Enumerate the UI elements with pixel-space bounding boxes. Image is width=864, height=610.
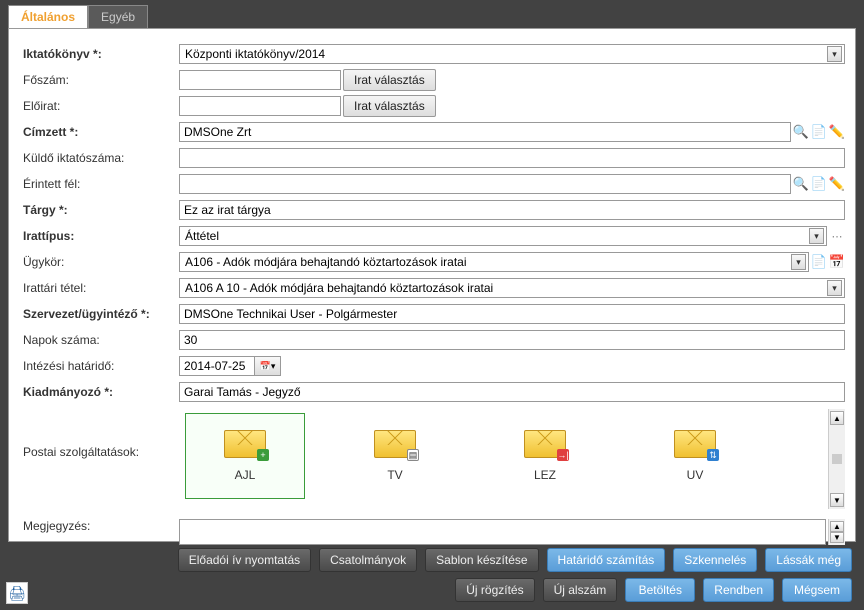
envelope-icon: →| <box>524 430 566 458</box>
button-foszam-irat-valasztas[interactable]: Irat választás <box>343 69 436 91</box>
scroll-up-icon[interactable]: ▲ <box>830 521 844 532</box>
date-picker-intezesi[interactable]: 📅▾ <box>179 356 281 376</box>
button-megsem[interactable]: Mégsem <box>782 578 852 602</box>
input-erintett[interactable] <box>179 174 791 194</box>
postal-item-ajl[interactable]: + AJL <box>185 413 305 499</box>
select-iktatokonyv[interactable]: Központi iktatókönyv/2014 ▾ <box>179 44 845 64</box>
postal-item-lez[interactable]: →| LEZ <box>485 413 605 499</box>
footer-toolbar: Előadói ív nyomtatás Csatolmányok Sablon… <box>0 542 864 610</box>
button-csatolmanyok[interactable]: Csatolmányok <box>319 548 417 572</box>
button-lassak[interactable]: Lássák még <box>765 548 852 572</box>
envelope-icon: ⇅ <box>674 430 716 458</box>
input-kuldo[interactable] <box>179 148 845 168</box>
postal-label: UV <box>687 468 704 482</box>
input-foszam[interactable] <box>179 70 341 90</box>
label-intezesi: Intézési határidő: <box>19 359 179 373</box>
button-uj-rogzites[interactable]: Új rögzítés <box>455 578 534 602</box>
input-cimzett[interactable] <box>179 122 791 142</box>
chevron-down-icon[interactable]: ▾ <box>827 46 842 62</box>
button-szkenneles[interactable]: Szkennelés <box>673 548 757 572</box>
label-targy: Tárgy *: <box>19 203 179 217</box>
input-kiadmanyozo[interactable] <box>179 382 845 402</box>
envelope-icon: ▤ <box>374 430 416 458</box>
postal-item-uv[interactable]: ⇅ UV <box>635 413 755 499</box>
postal-services-list: + AJL ▤ TV →| LEZ ⇅ UV <box>179 409 828 503</box>
input-szervezet[interactable] <box>179 304 845 324</box>
button-eloirat-irat-valasztas[interactable]: Irat választás <box>343 95 436 117</box>
scroll-thumb[interactable] <box>832 454 842 464</box>
scrollbar-vertical[interactable]: ▲ ▼ <box>828 409 845 509</box>
label-irattipus: Irattípus: <box>19 229 179 243</box>
tab-bar: Általános Egyéb <box>0 0 864 28</box>
label-postai: Postai szolgáltatások: <box>19 409 179 459</box>
chevron-down-icon[interactable]: ▾ <box>791 254 806 270</box>
label-eloirat: Előirat: <box>19 99 179 113</box>
select-ugykor-value: A106 - Adók módjára behajtandó köztartoz… <box>185 255 467 269</box>
label-iktatokonyv: Iktatókönyv *: <box>19 47 179 61</box>
postal-label: LEZ <box>534 468 556 482</box>
page-icon[interactable] <box>811 254 827 270</box>
button-uj-alszam[interactable]: Új alszám <box>543 578 618 602</box>
envelope-icon: + <box>224 430 266 458</box>
input-eloirat[interactable] <box>179 96 341 116</box>
postal-item-tv[interactable]: ▤ TV <box>335 413 455 499</box>
input-intezesi[interactable] <box>180 357 254 375</box>
scroll-down-icon[interactable]: ▼ <box>830 493 844 507</box>
select-irattari-value: A106 A 10 - Adók módjára behajtandó közt… <box>185 281 493 295</box>
input-targy[interactable] <box>179 200 845 220</box>
label-kiadmanyozo: Kiadmányozó *: <box>19 385 179 399</box>
edit-icon[interactable] <box>829 124 845 140</box>
select-irattipus-value: Áttétel <box>185 229 219 243</box>
dialog-window: Általános Egyéb Iktatókönyv *: Központi … <box>0 0 864 610</box>
search-icon[interactable] <box>793 176 809 192</box>
select-irattari[interactable]: A106 A 10 - Adók módjára behajtandó közt… <box>179 278 845 298</box>
scanner-icon[interactable] <box>6 582 28 604</box>
label-megjegyzes: Megjegyzés: <box>19 519 179 533</box>
label-erintett: Érintett fél: <box>19 177 179 191</box>
form-panel: Iktatókönyv *: Központi iktatókönyv/2014… <box>8 28 856 542</box>
postal-label: AJL <box>235 468 256 482</box>
select-ugykor[interactable]: A106 - Adók módjára behajtandó köztartoz… <box>179 252 809 272</box>
postal-label: TV <box>387 468 402 482</box>
edit-icon[interactable] <box>829 176 845 192</box>
label-ugykor: Ügykör: <box>19 255 179 269</box>
calendar-dropdown-icon[interactable]: 📅▾ <box>254 357 280 375</box>
tab-other[interactable]: Egyéb <box>88 5 148 28</box>
chevron-down-icon[interactable]: ▾ <box>809 228 824 244</box>
chevron-down-icon[interactable]: ▾ <box>827 280 842 296</box>
label-foszam: Főszám: <box>19 73 179 87</box>
button-sablon[interactable]: Sablon készítése <box>425 548 538 572</box>
page-icon[interactable] <box>811 176 827 192</box>
page-icon[interactable] <box>811 124 827 140</box>
calendar-icon[interactable] <box>829 254 845 270</box>
label-napok: Napok száma: <box>19 333 179 347</box>
scroll-up-icon[interactable]: ▲ <box>830 411 844 425</box>
tab-general[interactable]: Általános <box>8 5 88 28</box>
select-irattipus[interactable]: Áttétel ▾ <box>179 226 827 246</box>
select-iktatokonyv-value: Központi iktatókönyv/2014 <box>185 47 325 61</box>
input-napok[interactable] <box>179 330 845 350</box>
label-cimzett: Címzett *: <box>19 125 179 139</box>
label-kuldo: Küldő iktatószáma: <box>19 151 179 165</box>
button-rendben[interactable]: Rendben <box>703 578 774 602</box>
label-szervezet: Szervezet/ügyintéző *: <box>19 307 179 321</box>
button-betoltes[interactable]: Betöltés <box>625 578 695 602</box>
button-eloadoi[interactable]: Előadói ív nyomtatás <box>178 548 311 572</box>
more-icon[interactable] <box>829 228 845 244</box>
button-hatarido[interactable]: Határidő számítás <box>547 548 666 572</box>
search-icon[interactable] <box>793 124 809 140</box>
label-irattari: Irattári tétel: <box>19 281 179 295</box>
